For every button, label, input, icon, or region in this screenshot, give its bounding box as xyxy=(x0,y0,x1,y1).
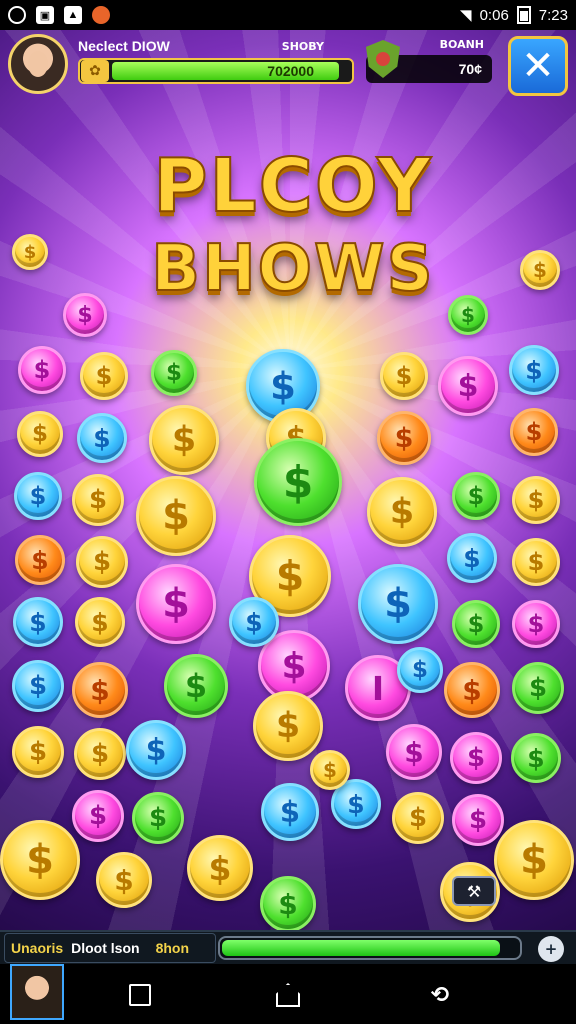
green-coin[interactable]: $ xyxy=(512,662,564,714)
gold-coin[interactable]: $ xyxy=(72,474,124,526)
notification-icon xyxy=(8,6,26,24)
blue-coin[interactable]: $ xyxy=(126,720,186,780)
green-coin[interactable]: $ xyxy=(132,792,184,844)
plus-button[interactable]: + xyxy=(538,936,564,962)
coin-panel: BOANH 70¢ xyxy=(366,38,492,83)
gold-coin[interactable]: $ xyxy=(392,792,444,844)
blue-coin[interactable]: $ xyxy=(261,783,319,841)
gold-coin[interactable]: $ xyxy=(149,405,219,475)
gold-coin[interactable]: $ xyxy=(380,352,428,400)
gold-coin[interactable]: $ xyxy=(494,820,574,900)
gold-coin[interactable]: $ xyxy=(12,726,64,778)
green-coin[interactable]: $ xyxy=(452,600,500,648)
gold-coin[interactable]: $ xyxy=(310,750,350,790)
recent-apps-button[interactable] xyxy=(120,980,160,1010)
blue-coin[interactable]: $ xyxy=(358,564,438,644)
title-line-1: PLCOY xyxy=(152,142,433,230)
back-button[interactable]: ⟲ xyxy=(420,980,460,1010)
gold-coin[interactable]: $ xyxy=(76,536,128,588)
pink-coin[interactable]: $ xyxy=(386,724,442,780)
blue-coin[interactable]: $ xyxy=(509,345,559,395)
orange-coin[interactable]: $ xyxy=(510,408,558,456)
gold-coin[interactable]: $ xyxy=(75,597,125,647)
game-title: PLCOY BHOWS xyxy=(88,140,498,307)
blue-coin[interactable]: $ xyxy=(397,647,443,693)
green-coin[interactable]: $ xyxy=(151,350,197,396)
pink-coin[interactable]: $ xyxy=(450,732,502,784)
notification-icons: ▣ ▲ xyxy=(8,6,110,24)
gallery-icon: ▣ xyxy=(36,6,54,24)
green-coin[interactable]: $ xyxy=(511,733,561,783)
photo-icon: ▲ xyxy=(64,6,82,24)
home-button[interactable] xyxy=(268,980,308,1010)
gold-coin[interactable]: $ xyxy=(17,411,63,457)
gold-coin[interactable]: $ xyxy=(520,250,560,290)
orange-coin[interactable]: $ xyxy=(72,662,128,718)
nav-bar: ⟲ xyxy=(0,964,576,1024)
gold-coin[interactable]: $ xyxy=(0,820,80,900)
xp-value: 702000 xyxy=(267,63,314,79)
progress-bar xyxy=(218,936,522,960)
bottom-panel: Unaoris Dloot lson 8hon + xyxy=(0,930,576,964)
xp-label: SHOBY xyxy=(281,40,324,53)
green-coin[interactable]: $ xyxy=(448,295,488,335)
green-coin[interactable]: $ xyxy=(164,654,228,718)
blue-coin[interactable]: $ xyxy=(12,660,64,712)
signal-readout: 0:06 xyxy=(479,6,509,24)
orange-coin[interactable]: $ xyxy=(444,662,500,718)
blue-coin[interactable]: $ xyxy=(229,597,279,647)
pink-coin[interactable]: $ xyxy=(136,564,216,644)
orange-coin[interactable]: $ xyxy=(15,535,65,585)
status-bar: ▣ ▲ ◥ 0:06 7:23 xyxy=(0,0,576,30)
gold-coin[interactable]: $ xyxy=(96,852,152,908)
pink-coin[interactable]: $ xyxy=(18,346,66,394)
player-avatar[interactable] xyxy=(8,34,68,94)
gold-coin[interactable]: $ xyxy=(74,728,126,780)
system-indicators: ◥ 0:06 7:23 xyxy=(460,6,568,24)
gold-coin[interactable]: $ xyxy=(136,476,216,556)
green-coin[interactable]: $ xyxy=(260,876,316,930)
green-coin[interactable]: $ xyxy=(254,438,342,526)
gold-coin[interactable]: $ xyxy=(512,476,560,524)
bottom-label: Dloot lson xyxy=(71,940,140,956)
hammer-button[interactable]: ⚒ xyxy=(452,876,496,906)
app-icon xyxy=(92,6,110,24)
pink-coin[interactable]: $ xyxy=(438,356,498,416)
gold-coin[interactable]: $ xyxy=(367,477,437,547)
bottom-name: Unaoris xyxy=(11,940,64,956)
pink-coin[interactable]: $ xyxy=(63,293,107,337)
gold-coin[interactable]: $ xyxy=(512,538,560,586)
game-board[interactable]: Neclect DIOW SHOBY ✿ 702000 BOANH 70¢ ✕ … xyxy=(0,30,576,930)
clock: 7:23 xyxy=(538,6,568,24)
battery-icon xyxy=(516,6,531,24)
bottom-info: Unaoris Dloot lson 8hon xyxy=(4,933,216,963)
leaf-icon: ✿ xyxy=(81,60,109,82)
blue-coin[interactable]: $ xyxy=(77,413,127,463)
blue-coin[interactable]: $ xyxy=(13,597,63,647)
pink-coin[interactable]: $ xyxy=(512,600,560,648)
xp-panel: Neclect DIOW SHOBY ✿ 702000 xyxy=(78,38,354,84)
orange-coin[interactable]: $ xyxy=(377,411,431,465)
gold-coin[interactable]: $ xyxy=(12,234,48,270)
title-line-2: BHOWS xyxy=(150,231,435,307)
pink-coin[interactable]: $ xyxy=(72,790,124,842)
coins-value: 70¢ xyxy=(458,61,482,77)
profile-thumbnail[interactable] xyxy=(10,964,64,1020)
blue-coin[interactable]: $ xyxy=(14,472,62,520)
gold-coin[interactable]: $ xyxy=(80,352,128,400)
blue-coin[interactable]: $ xyxy=(447,533,497,583)
gold-coin[interactable]: $ xyxy=(187,835,253,901)
close-button[interactable]: ✕ xyxy=(508,36,568,96)
wifi-icon: ◥ xyxy=(460,7,472,24)
gold-coin[interactable]: $ xyxy=(253,691,323,761)
progress-bar-fill xyxy=(222,940,501,956)
xp-bar: ✿ 702000 xyxy=(78,58,354,84)
pink-coin[interactable]: $ xyxy=(452,794,504,846)
green-coin[interactable]: $ xyxy=(452,472,500,520)
bottom-value: 8hon xyxy=(155,940,190,956)
